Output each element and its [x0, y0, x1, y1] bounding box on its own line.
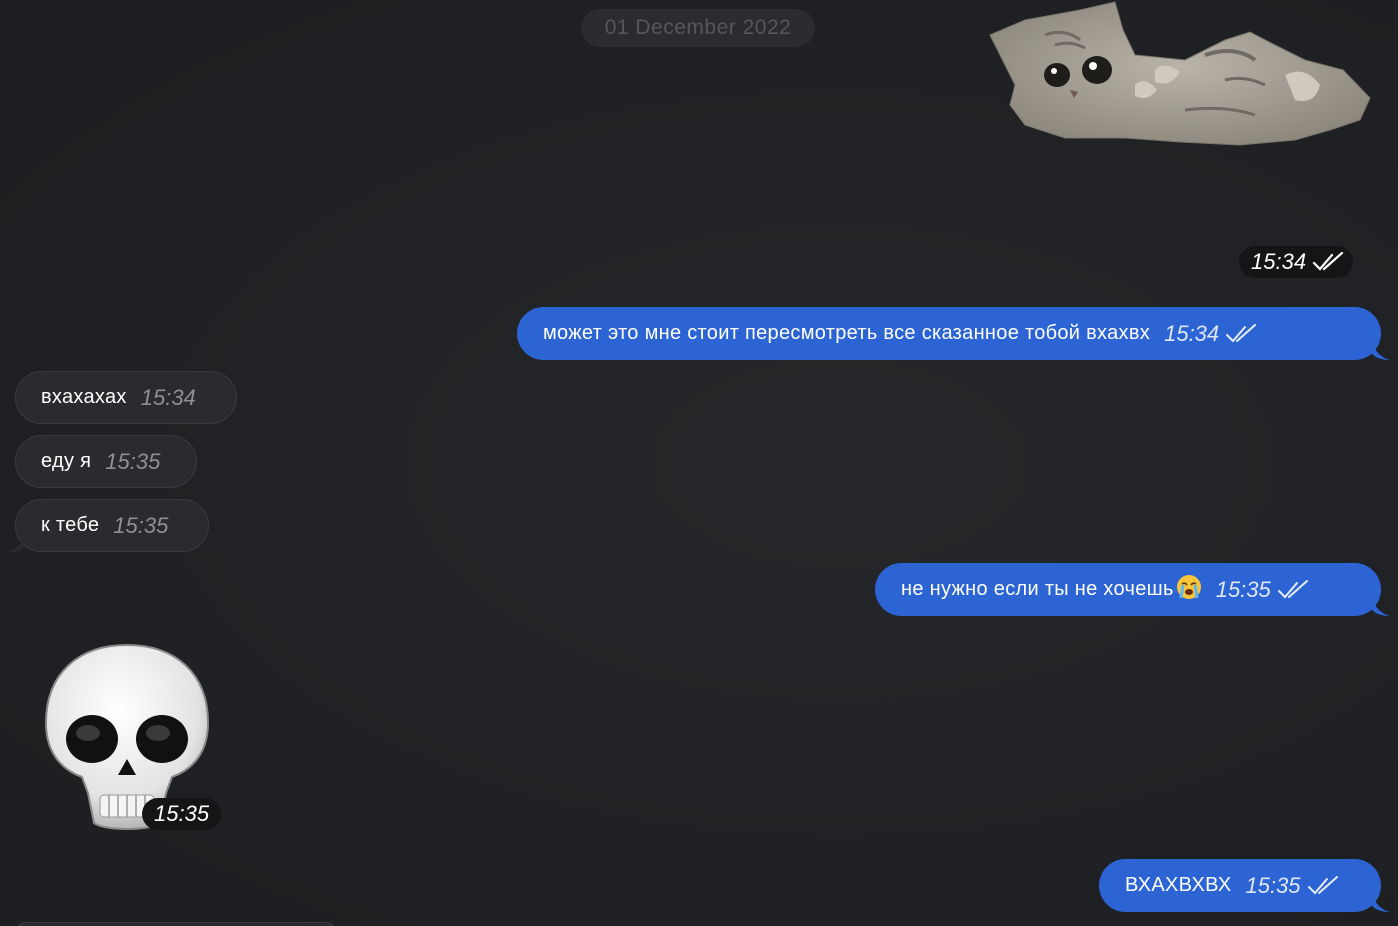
message-text: еду я — [41, 450, 92, 472]
incoming-message-partial — [15, 922, 337, 926]
date-separator: 01 December 2022 — [581, 9, 815, 47]
message-text: вхахахах — [41, 386, 127, 408]
message-time: 15:34 — [1251, 249, 1307, 274]
bubble-tail — [1372, 598, 1390, 616]
message-text: ВХАХВХВХ — [1125, 874, 1232, 896]
read-double-check-icon — [1277, 579, 1309, 600]
message-time: 15:34 — [1164, 320, 1220, 346]
bubble-tail — [1372, 894, 1390, 912]
sticker-meta: 15:34 — [1239, 246, 1353, 278]
kitten-sticker[interactable] — [985, 0, 1375, 150]
message-text-content: не нужно если ты не хочешь — [901, 578, 1174, 600]
message-text: не нужно если ты не хочешь — [901, 574, 1202, 606]
chat-area: 01 December 2022 15:34 может это мне сто… — [0, 0, 1398, 926]
bubble-tail — [1372, 342, 1390, 360]
message-time: 15:35 — [154, 801, 210, 826]
message-text: может это мне стоит пересмотреть все ска… — [543, 322, 1151, 344]
read-double-check-icon — [1307, 875, 1339, 896]
outgoing-message[interactable]: не нужно если ты не хочешь 15:35 — [875, 563, 1381, 616]
message-time: 15:35 — [105, 448, 161, 474]
read-double-check-icon — [1225, 323, 1257, 344]
incoming-message[interactable]: еду я 15:35 — [15, 435, 197, 488]
outgoing-message[interactable]: может это мне стоит пересмотреть все ска… — [517, 307, 1381, 360]
message-text: к тебе — [41, 514, 100, 536]
incoming-message[interactable]: вхахахах 15:34 — [15, 371, 237, 424]
message-time: 15:35 — [1215, 576, 1271, 602]
message-time: 15:35 — [1245, 872, 1301, 898]
bubble-tail — [6, 535, 24, 553]
outgoing-message[interactable]: ВХАХВХВХ 15:35 — [1099, 859, 1381, 912]
read-double-check-icon — [1312, 252, 1344, 272]
message-time: 15:35 — [113, 512, 169, 538]
loudly-crying-face-icon — [1176, 574, 1202, 606]
incoming-message[interactable]: к тебе 15:35 — [15, 499, 209, 552]
message-time: 15:34 — [140, 384, 196, 410]
sticker-meta: 15:35 — [142, 798, 221, 830]
